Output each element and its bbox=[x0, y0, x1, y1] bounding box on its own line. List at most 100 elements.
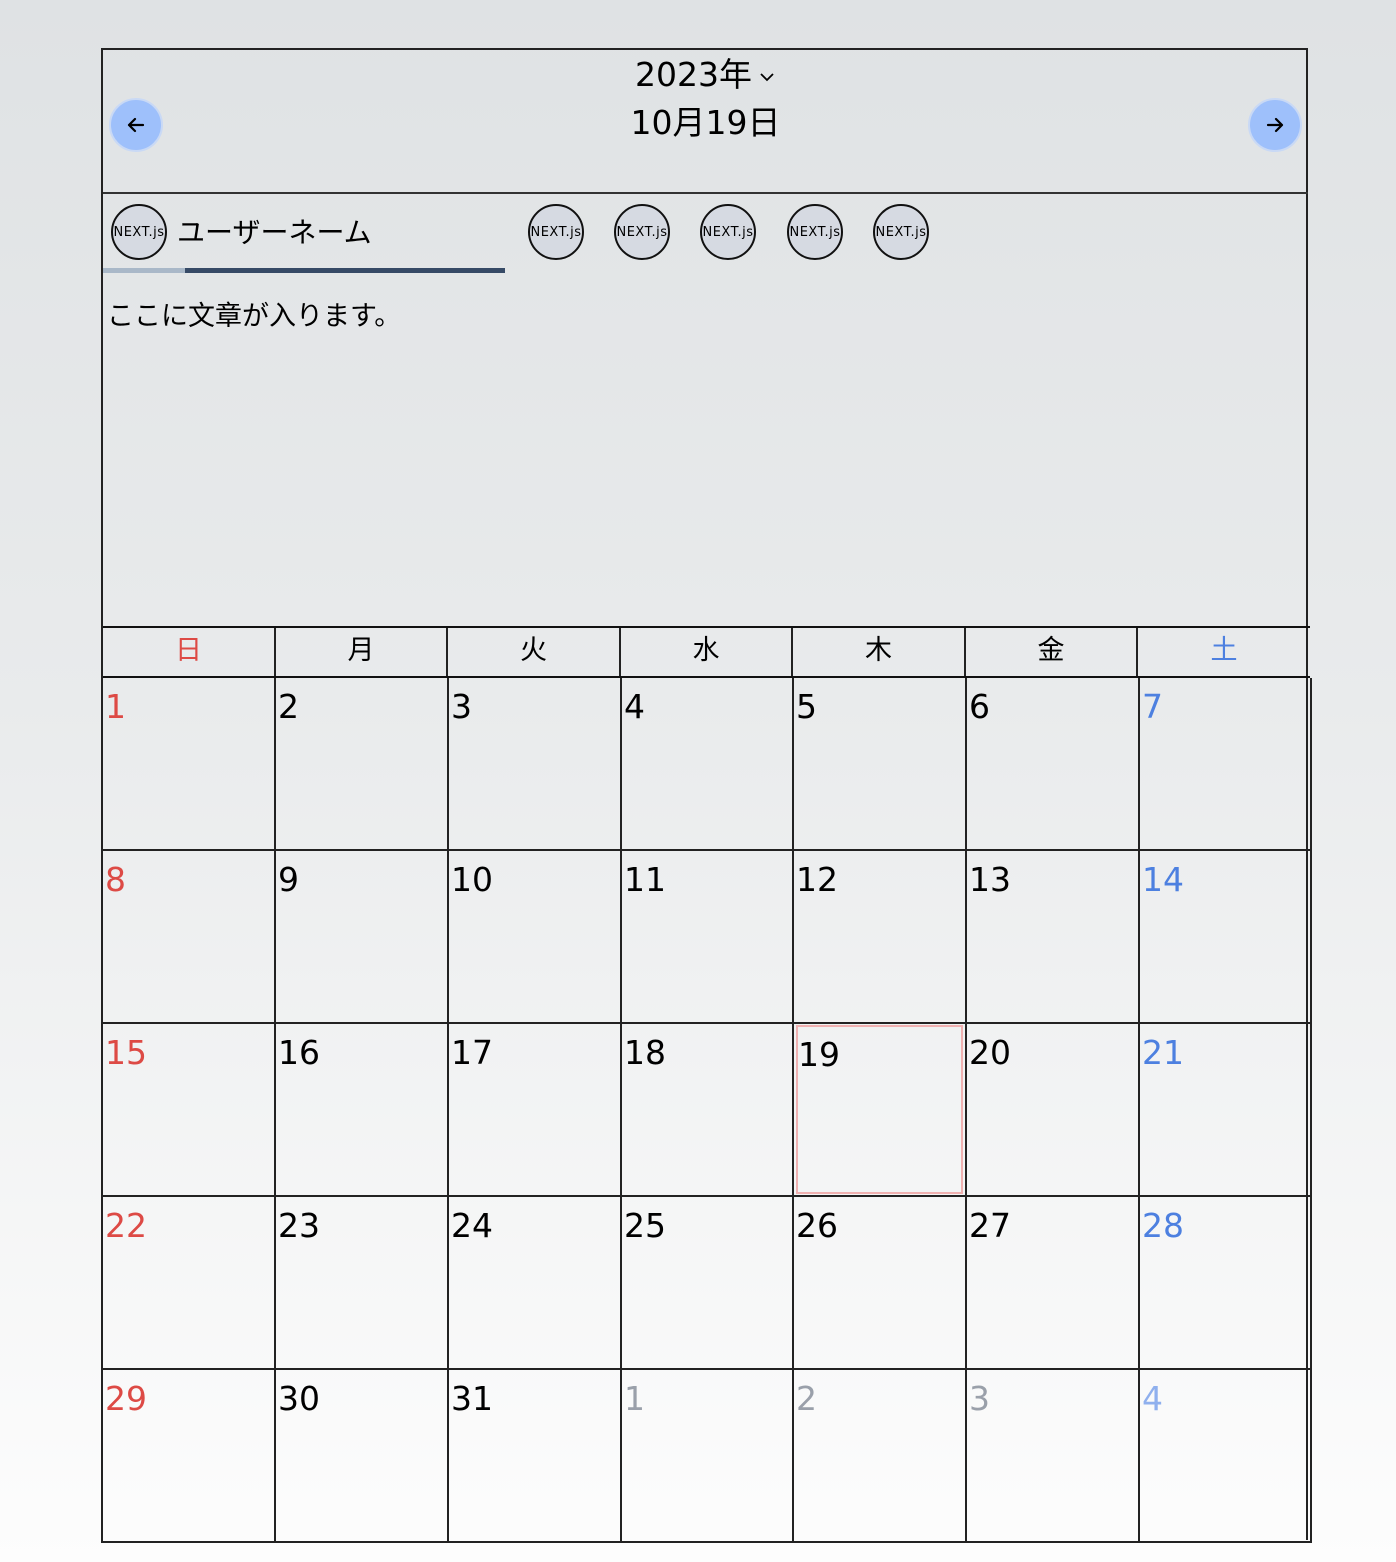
tab-underline-active bbox=[185, 268, 505, 273]
day-cell-today[interactable]: 19 bbox=[792, 1024, 965, 1197]
day-number: 8 bbox=[105, 860, 126, 899]
year-label: 2023年 bbox=[635, 55, 752, 94]
day-cell[interactable]: 20 bbox=[965, 1024, 1138, 1197]
avatar-logo: NEXT.js bbox=[702, 224, 754, 240]
day-cell[interactable]: 14 bbox=[1138, 851, 1312, 1024]
prev-month-button[interactable] bbox=[109, 98, 163, 152]
username-tab[interactable]: ユーザーネーム bbox=[177, 216, 372, 250]
day-cell[interactable]: 9 bbox=[274, 851, 447, 1024]
day-cell[interactable]: 16 bbox=[274, 1024, 447, 1197]
day-cell[interactable]: 18 bbox=[620, 1024, 792, 1197]
day-number: 16 bbox=[278, 1033, 320, 1072]
day-number: 26 bbox=[796, 1206, 838, 1245]
day-number: 27 bbox=[969, 1206, 1011, 1245]
day-cell[interactable]: 27 bbox=[965, 1197, 1138, 1370]
arrow-right-icon bbox=[1266, 117, 1284, 133]
day-cell[interactable]: 30 bbox=[274, 1370, 447, 1543]
day-cell[interactable]: 13 bbox=[965, 851, 1138, 1024]
day-number: 3 bbox=[969, 1379, 990, 1418]
day-number: 3 bbox=[451, 687, 472, 726]
selected-date: 10月19日 bbox=[630, 103, 781, 142]
calendar-header: 2023年 10月19日 bbox=[103, 50, 1308, 194]
year-selector[interactable]: 2023年 bbox=[103, 54, 1308, 96]
day-number: 4 bbox=[1142, 1379, 1163, 1418]
arrow-left-icon bbox=[127, 117, 145, 133]
day-cell[interactable]: 5 bbox=[792, 678, 965, 851]
day-cell[interactable]: 11 bbox=[620, 851, 792, 1024]
week-row: 29 30 31 1 2 3 4 bbox=[101, 1370, 1312, 1543]
weekday-tue: 火 bbox=[448, 628, 621, 676]
day-number: 30 bbox=[278, 1379, 320, 1418]
day-cell[interactable]: 6 bbox=[965, 678, 1138, 851]
weekday-mon: 月 bbox=[276, 628, 448, 676]
day-cell[interactable]: 4 bbox=[620, 678, 792, 851]
day-number: 10 bbox=[451, 860, 493, 899]
day-number: 9 bbox=[278, 860, 299, 899]
avatar-logo: NEXT.js bbox=[616, 224, 668, 240]
next-month-button[interactable] bbox=[1248, 98, 1302, 152]
day-cell-next-month[interactable]: 2 bbox=[792, 1370, 965, 1543]
day-cell[interactable]: 8 bbox=[101, 851, 274, 1024]
day-number: 14 bbox=[1142, 860, 1184, 899]
weekday-sun: 日 bbox=[103, 628, 276, 676]
day-cell-next-month[interactable]: 1 bbox=[620, 1370, 792, 1543]
day-cell[interactable]: 28 bbox=[1138, 1197, 1312, 1370]
avatar-user-4[interactable]: NEXT.js bbox=[700, 204, 756, 260]
day-number: 1 bbox=[624, 1379, 645, 1418]
avatar-user-5[interactable]: NEXT.js bbox=[787, 204, 843, 260]
avatar-user-2[interactable]: NEXT.js bbox=[528, 204, 584, 260]
day-number: 12 bbox=[796, 860, 838, 899]
weekday-fri: 金 bbox=[966, 628, 1138, 676]
avatar-current-user[interactable]: NEXT.js bbox=[111, 204, 167, 260]
day-cell[interactable]: 17 bbox=[447, 1024, 620, 1197]
day-cell[interactable]: 10 bbox=[447, 851, 620, 1024]
day-number: 28 bbox=[1142, 1206, 1184, 1245]
day-number: 2 bbox=[796, 1379, 817, 1418]
day-cell[interactable]: 24 bbox=[447, 1197, 620, 1370]
day-cell[interactable]: 31 bbox=[447, 1370, 620, 1543]
day-cell-next-month[interactable]: 4 bbox=[1138, 1370, 1312, 1543]
day-number: 15 bbox=[105, 1033, 147, 1072]
day-cell[interactable]: 7 bbox=[1138, 678, 1312, 851]
day-number: 31 bbox=[451, 1379, 493, 1418]
day-number: 11 bbox=[624, 860, 666, 899]
day-cell[interactable]: 1 bbox=[101, 678, 274, 851]
day-cell[interactable]: 22 bbox=[101, 1197, 274, 1370]
day-number: 7 bbox=[1142, 687, 1163, 726]
day-cell-next-month[interactable]: 3 bbox=[965, 1370, 1138, 1543]
week-row: 8 9 10 11 12 13 14 bbox=[101, 851, 1312, 1024]
day-number: 17 bbox=[451, 1033, 493, 1072]
day-cell[interactable]: 12 bbox=[792, 851, 965, 1024]
avatar-user-3[interactable]: NEXT.js bbox=[614, 204, 670, 260]
day-cell[interactable]: 2 bbox=[274, 678, 447, 851]
day-cell[interactable]: 15 bbox=[101, 1024, 274, 1197]
day-number: 24 bbox=[451, 1206, 493, 1245]
day-number: 4 bbox=[624, 687, 645, 726]
day-number: 20 bbox=[969, 1033, 1011, 1072]
day-number: 29 bbox=[105, 1379, 147, 1418]
day-number: 18 bbox=[624, 1033, 666, 1072]
day-cell[interactable]: 26 bbox=[792, 1197, 965, 1370]
day-number: 13 bbox=[969, 860, 1011, 899]
day-number: 22 bbox=[105, 1206, 147, 1245]
weekday-header: 日 月 火 水 木 金 土 bbox=[103, 626, 1310, 678]
week-row: 22 23 24 25 26 27 28 bbox=[101, 1197, 1312, 1370]
user-panel: NEXT.js ユーザーネーム NEXT.js NEXT.js NEXT.js … bbox=[103, 194, 1308, 627]
day-cell[interactable]: 21 bbox=[1138, 1024, 1312, 1197]
day-number: 19 bbox=[798, 1035, 840, 1074]
day-cell[interactable]: 29 bbox=[101, 1370, 274, 1543]
avatar-user-6[interactable]: NEXT.js bbox=[873, 204, 929, 260]
day-cell[interactable]: 3 bbox=[447, 678, 620, 851]
avatar-logo: NEXT.js bbox=[789, 224, 841, 240]
tab-underline-inactive bbox=[103, 268, 185, 273]
day-number: 25 bbox=[624, 1206, 666, 1245]
weekday-wed: 水 bbox=[621, 628, 793, 676]
day-number: 23 bbox=[278, 1206, 320, 1245]
day-cell[interactable]: 25 bbox=[620, 1197, 792, 1370]
message-text: ここに文章が入ります。 bbox=[107, 301, 402, 332]
day-number: 5 bbox=[796, 687, 817, 726]
avatar-logo: NEXT.js bbox=[875, 224, 927, 240]
calendar-grid: 1 2 3 4 5 6 7 8 9 10 11 12 13 14 15 16 1… bbox=[101, 678, 1312, 1543]
avatar-logo: NEXT.js bbox=[113, 224, 165, 240]
day-cell[interactable]: 23 bbox=[274, 1197, 447, 1370]
